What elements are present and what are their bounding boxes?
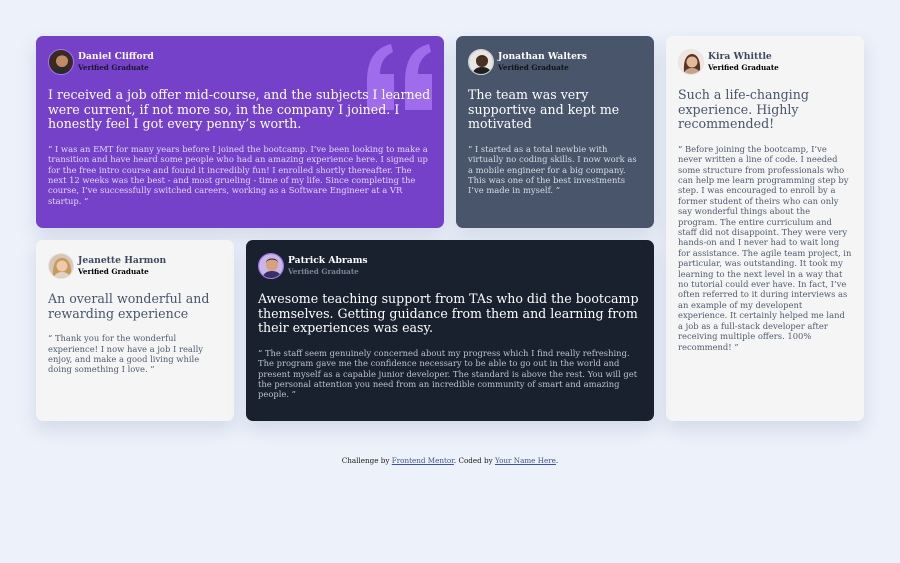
testimonial-body: “ I started as a total newbie with virtu… — [468, 143, 637, 196]
author-header: Daniel Clifford Verified Graduate — [48, 49, 432, 75]
author-name: Jeanette Harmon — [78, 255, 167, 267]
author-header: Kira Whittle Verified Graduate — [678, 49, 852, 75]
testimonial-card-patrick: Patrick Abrams Verified Graduate Awesome… — [246, 240, 654, 421]
attribution-middle: . Coded by — [453, 456, 495, 465]
author-role: Verified Graduate — [498, 63, 569, 73]
testimonial-headline: Such a life-changing experience. Highly … — [678, 87, 809, 132]
testimonial-body: “ Thank you for the wonderful experience… — [48, 333, 204, 375]
author-header: Jonathan Walters Verified Graduate — [468, 49, 642, 75]
testimonial-card-jeanette: Jeanette Harmon Verified Graduate An ove… — [36, 240, 234, 421]
author-role: Verified Graduate — [78, 63, 149, 73]
testimonial-body: “ The staff seem genuinely concerned abo… — [258, 347, 638, 400]
testimonial-body: “ Before joining the bootcamp, I’ve neve… — [678, 143, 852, 352]
testimonial-card-jonathan: Jonathan Walters Verified Graduate The t… — [456, 36, 654, 228]
attribution-prefix: Challenge by — [341, 456, 392, 465]
frontend-mentor-link[interactable]: Frontend Mentor — [392, 456, 454, 465]
author-role: Verified Graduate — [708, 63, 779, 73]
avatar — [468, 49, 494, 75]
author-name: Kira Whittle — [708, 51, 772, 63]
avatar — [678, 49, 704, 75]
author-header: Jeanette Harmon Verified Graduate — [48, 253, 222, 279]
testimonial-headline: An overall wonderful and rewarding exper… — [48, 291, 210, 321]
attribution-suffix: . — [555, 456, 559, 465]
testimonial-headline: The team was very supportive and kept me… — [468, 87, 620, 132]
avatar — [48, 49, 74, 75]
avatar — [258, 253, 284, 279]
author-role: Verified Graduate — [78, 267, 149, 277]
author-name: Jonathan Walters — [498, 51, 587, 63]
author-header: Patrick Abrams Verified Graduate — [258, 253, 642, 279]
testimonial-card-daniel: Daniel Clifford Verified Graduate I rece… — [36, 36, 444, 228]
author-name: Patrick Abrams — [288, 255, 368, 267]
attribution: Challenge by Frontend Mentor. Coded by Y… — [0, 456, 900, 465]
avatar — [48, 253, 74, 279]
testimonial-headline: Awesome teaching support from TAs who di… — [258, 291, 639, 336]
author-role: Verified Graduate — [288, 267, 359, 277]
testimonial-body: “ I was an EMT for many years before I j… — [48, 143, 428, 206]
author-link[interactable]: Your Name Here — [495, 456, 556, 465]
author-name: Daniel Clifford — [78, 51, 154, 63]
testimonial-headline: I received a job offer mid-course, and t… — [48, 87, 431, 132]
testimonial-card-kira: Kira Whittle Verified Graduate Such a li… — [666, 36, 864, 421]
